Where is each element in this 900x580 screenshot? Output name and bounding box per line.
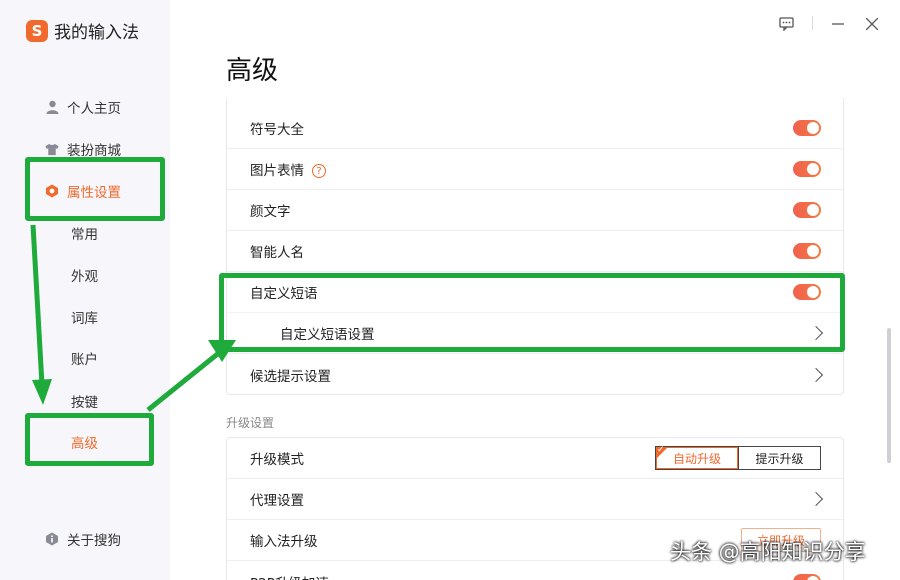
annotation-arrows [30,224,236,412]
watermark: 头条 @高阳知识分享 [670,540,866,564]
